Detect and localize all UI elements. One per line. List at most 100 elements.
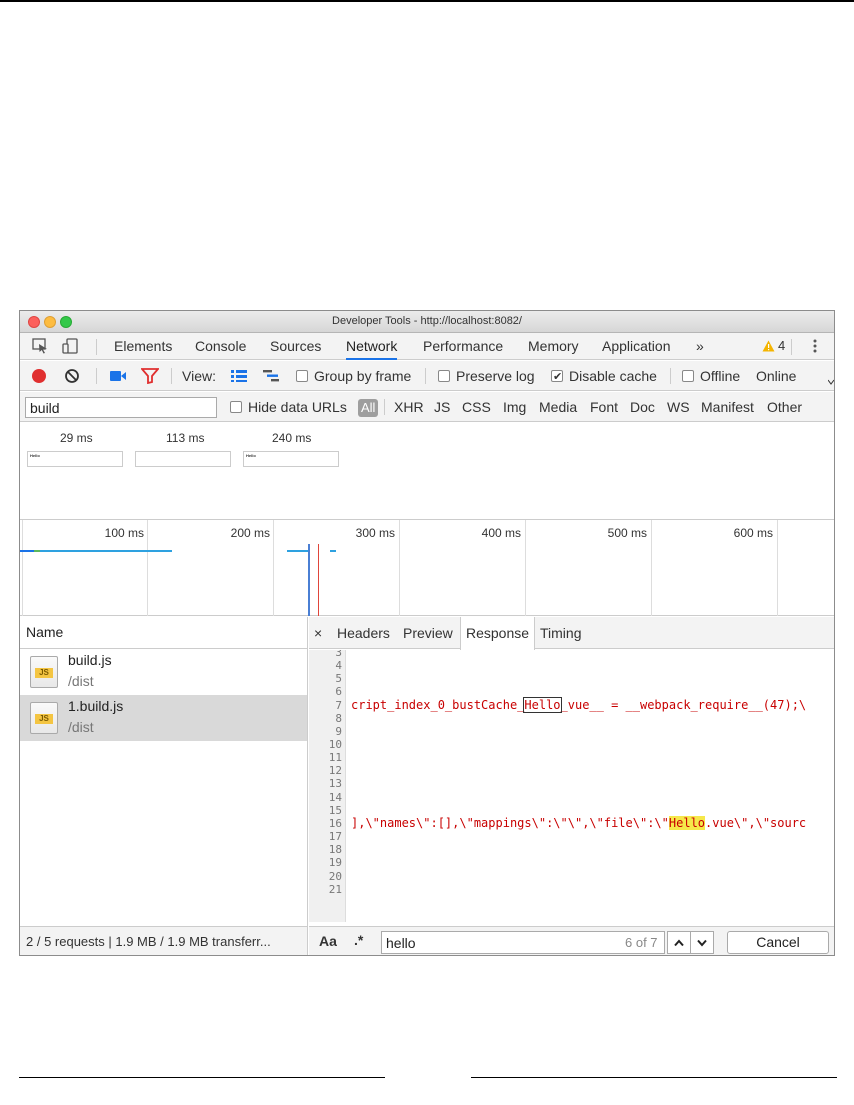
close-detail-button[interactable]: × [314,617,322,649]
window-title: Developer Tools - http://localhost:8082/ [332,315,522,327]
timeline-grid-line [273,520,274,616]
tab-response[interactable]: Response [460,617,536,650]
screenshot-frame[interactable]: Hello [243,451,339,467]
match-case-toggle[interactable]: Aa [319,933,337,949]
chevron-down-icon [697,939,707,947]
line-number: 21 [328,883,342,896]
filter-type-other[interactable]: Other [767,398,802,416]
tab-memory[interactable]: Memory [528,333,579,360]
filter-type-doc[interactable]: Doc [630,398,655,416]
disable-cache-label: Disable cache [569,368,657,384]
timeline-overview[interactable]: 100 ms 200 ms 300 ms 400 ms 500 ms 600 m… [20,520,834,616]
line-number: 5 [335,672,342,685]
warnings-counter[interactable]: 4 [762,338,785,353]
cancel-search-button[interactable]: Cancel [727,931,829,954]
inspect-element-icon[interactable] [31,337,51,355]
page-bottom-rule [471,1077,837,1078]
filter-input[interactable] [25,397,217,418]
dom-content-loaded-marker [308,544,310,616]
request-row[interactable]: JS build.js /dist [20,649,307,695]
frame-caption: Hello [30,453,40,458]
line-number: 3 [335,650,342,659]
tab-sources[interactable]: Sources [270,333,321,360]
group-by-frame-checkbox[interactable]: Group by frame [296,367,411,385]
name-column-header[interactable]: Name [20,617,307,649]
tab-performance[interactable]: Performance [423,333,503,360]
timeline-grid-line [651,520,652,616]
warning-count: 4 [778,338,786,353]
preserve-log-label: Preserve log [456,368,535,384]
disable-cache-checkbox[interactable]: Disable cache [551,367,657,386]
filter-type-img[interactable]: Img [503,398,526,416]
js-file-icon: JS [30,702,58,734]
device-toolbar-icon[interactable] [61,337,81,355]
requests-panel: Name JS build.js /dist JS 1.build.js /di… [20,617,308,955]
chevron-down-icon[interactable] [827,371,834,389]
js-file-icon: JS [30,656,58,688]
requests-summary: 2 / 5 requests | 1.9 MB / 1.9 MB transfe… [20,926,307,955]
line-number: 18 [328,843,342,856]
devtools-window: Developer Tools - http://localhost:8082/… [19,310,835,956]
large-rows-icon[interactable] [230,369,248,387]
code-text: _vue__ = __webpack_require__(47);\ [560,698,807,712]
filter-type-js[interactable]: JS [434,398,450,416]
next-match-button[interactable] [690,931,714,954]
offline-checkbox[interactable]: Offline [682,367,740,385]
throttling-select[interactable]: Online [756,367,796,385]
code-line-7: cript_index_0_bustCache_Hello_vue__ = __… [351,697,807,713]
line-number: 14 [328,791,342,804]
line-number: 16 [328,817,342,830]
tab-timing[interactable]: Timing [540,617,582,649]
request-name: 1.build.js [68,698,124,714]
filter-icon[interactable] [140,368,160,388]
filter-type-ws[interactable]: WS [667,398,690,416]
filter-type-font[interactable]: Font [590,398,618,416]
line-number: 17 [328,830,342,843]
regex-toggle[interactable]: .* [354,932,363,948]
tab-network[interactable]: Network [346,333,398,360]
more-tabs-button[interactable]: » [696,333,704,360]
line-number: 15 [328,804,342,817]
warning-icon [762,340,775,351]
request-row-selected[interactable]: JS 1.build.js /dist [20,695,307,741]
capture-screenshots-icon[interactable] [109,369,127,387]
clear-icon[interactable] [64,368,80,388]
frame-time: 240 ms [272,431,312,445]
request-detail-panel: × Headers Preview Response Timing 3 4 5 … [309,617,834,955]
request-path: /dist [68,719,94,735]
checkbox-box [296,370,308,382]
search-input[interactable] [381,931,665,954]
checkbox-box [438,370,450,382]
more-options-icon[interactable] [805,337,825,355]
hide-data-urls-checkbox[interactable]: Hide data URLs [230,398,347,416]
search-match-count: 6 of 7 [625,935,658,950]
tab-console[interactable]: Console [195,333,246,360]
line-number: 13 [328,777,342,790]
timeline-tick-label: 500 ms [607,526,647,540]
filter-type-xhr[interactable]: XHR [394,398,424,416]
record-icon[interactable] [31,368,47,388]
tab-headers[interactable]: Headers [337,617,390,649]
screenshot-frame[interactable] [135,451,231,467]
response-viewer[interactable]: 3 4 5 6 7 8 9 10 11 12 13 14 15 16 17 18… [309,650,834,922]
toolbar-divider [425,368,426,384]
request-bar [40,550,172,552]
waterfall-view-icon[interactable] [262,369,280,387]
filter-type-all[interactable]: All [358,399,379,417]
preserve-log-checkbox[interactable]: Preserve log [438,367,535,385]
offline-label: Offline [700,368,741,384]
filter-type-manifest[interactable]: Manifest [701,398,754,416]
screenshot-frame[interactable]: Hello [27,451,123,467]
request-path: /dist [68,673,94,689]
line-number: 8 [335,712,342,725]
tab-application[interactable]: Application [602,333,671,360]
line-number: 12 [328,764,342,777]
filter-type-media[interactable]: Media [539,398,577,416]
tab-preview[interactable]: Preview [403,617,453,649]
timeline-tick-label: 100 ms [104,526,144,540]
tab-elements[interactable]: Elements [114,333,172,360]
previous-match-button[interactable] [667,931,691,954]
filter-type-css[interactable]: CSS [462,398,491,416]
file-type-label: JS [35,668,53,678]
current-search-match: Hello [523,697,562,713]
